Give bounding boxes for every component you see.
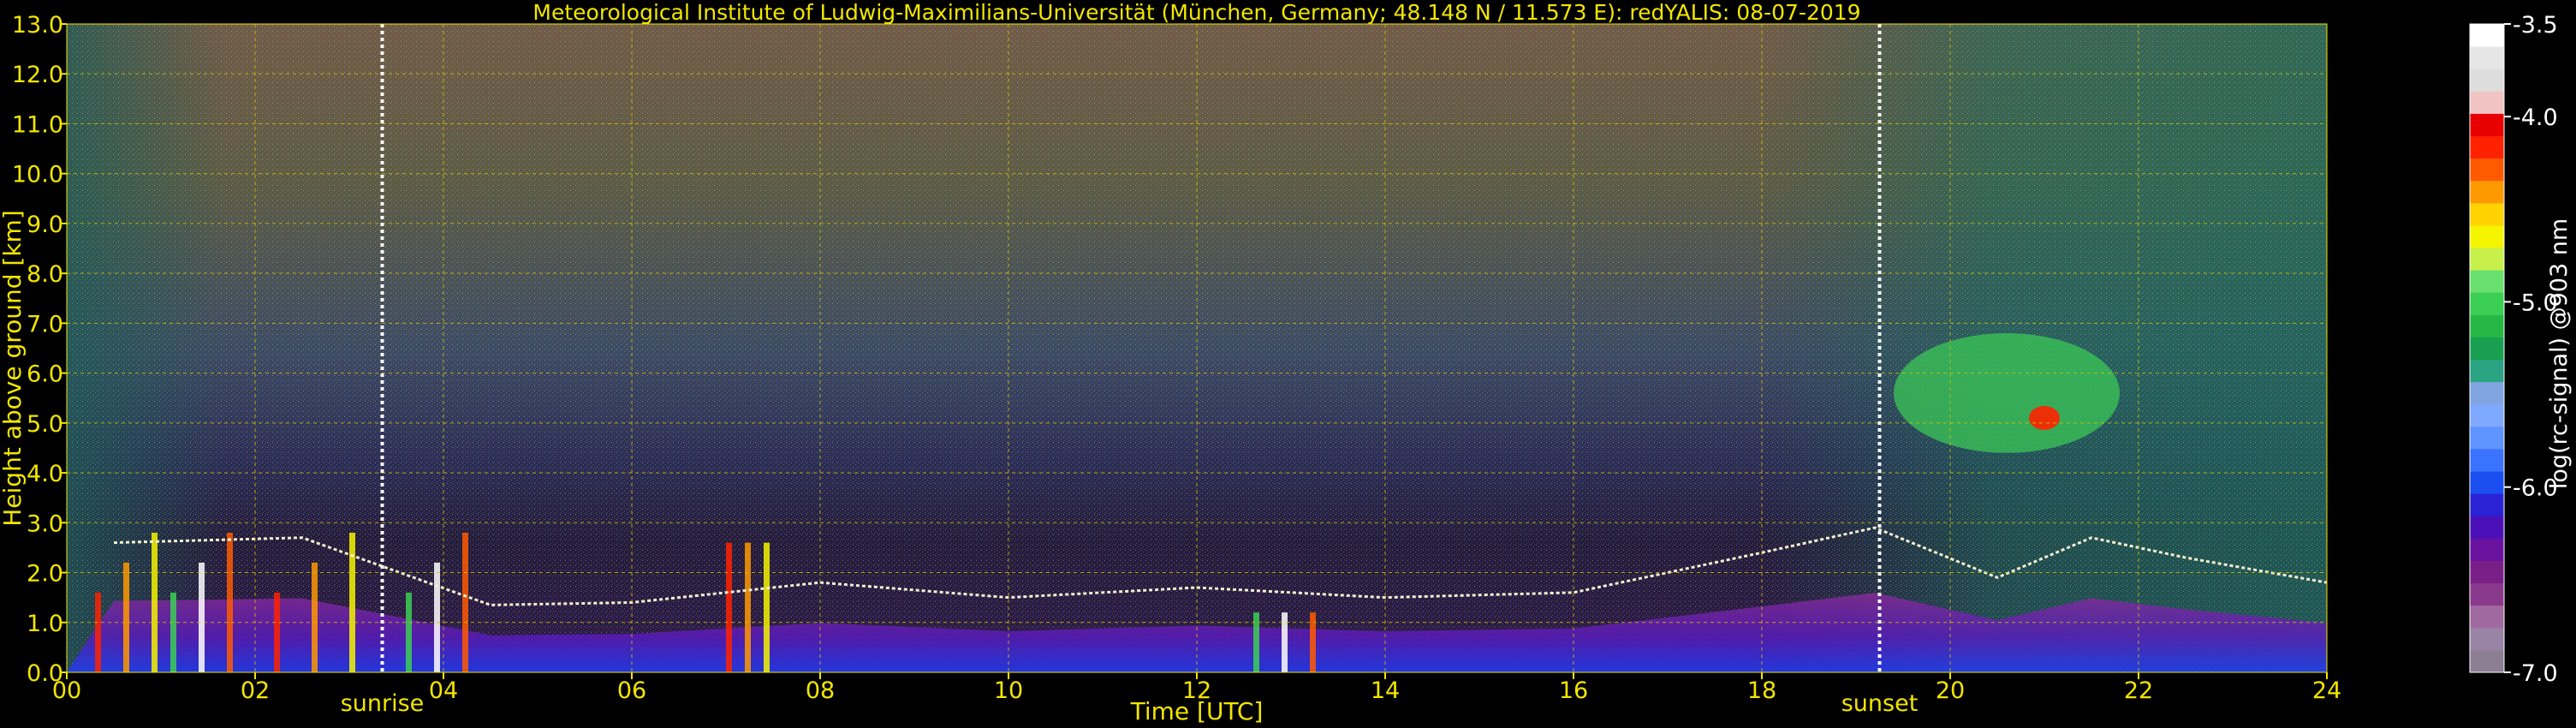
- x-tick-label: 20: [1936, 677, 1965, 704]
- colorbar-segment: [2470, 337, 2504, 361]
- x-tick-label: 04: [429, 677, 458, 704]
- cloud-streak: [726, 542, 732, 672]
- x-tick-label: 08: [806, 677, 835, 704]
- colorbar-segment: [2470, 314, 2504, 337]
- cloud-streak: [274, 592, 280, 672]
- x-axis-label: Time [UTC]: [1130, 697, 1264, 725]
- colorbar-tick-label: -3.5: [2513, 12, 2558, 39]
- colorbar-segment: [2470, 359, 2504, 383]
- colorbar-segment: [2470, 381, 2504, 405]
- colorbar-segment: [2470, 113, 2504, 137]
- elevated-cloud-layer: [1894, 333, 2120, 453]
- colorbar-segment: [2470, 448, 2504, 472]
- y-tick-label: 3.0: [27, 510, 63, 537]
- colorbar-segment: [2470, 292, 2504, 315]
- cloud-core: [2029, 406, 2060, 431]
- colorbar-segment: [2470, 248, 2504, 271]
- cloud-streak: [170, 592, 176, 672]
- cloud-patch: [1894, 333, 2120, 453]
- colorbar-segment: [2470, 24, 2504, 47]
- cloud-streak: [349, 532, 355, 672]
- plot-area: sunrise sunset: [66, 23, 2328, 717]
- sun-marker-label: sunrise: [341, 690, 425, 717]
- y-tick-label: 6.0: [27, 361, 63, 388]
- x-tick-label: 16: [1559, 677, 1588, 704]
- colorbar-segment: [2470, 471, 2504, 494]
- y-tick-label: 2.0: [27, 561, 63, 588]
- y-tick-label: 5.0: [27, 411, 63, 438]
- y-tick-label: 4.0: [27, 461, 63, 487]
- colorbar-segment: [2470, 516, 2504, 539]
- y-tick-label: 0.0: [27, 660, 63, 687]
- colorbar-tick-label: -4.0: [2513, 104, 2558, 131]
- colorbar-segment: [2470, 69, 2504, 92]
- y-tick-label: 8.0: [27, 261, 63, 288]
- x-tick-label: 14: [1371, 677, 1400, 704]
- y-tick-label: 1.0: [27, 611, 63, 637]
- colorbar-tick-label: -7.0: [2513, 660, 2558, 687]
- colorbar-segment: [2470, 46, 2504, 69]
- y-tick-label: 11.0: [12, 111, 63, 138]
- y-tick-label: 7.0: [27, 311, 63, 337]
- colorbar-segment: [2470, 202, 2504, 226]
- colorbar-segment: [2470, 224, 2504, 248]
- colorbar-segment: [2470, 605, 2504, 629]
- colorbar-segment: [2470, 403, 2504, 427]
- x-tick-label: 02: [241, 677, 270, 704]
- cloud-streak: [764, 542, 770, 672]
- cloud-streak: [199, 562, 205, 672]
- lidar-chart: sunrise sunset 00 02 04 06 08 10 12 14 16 18 20 22 24…: [0, 0, 2573, 725]
- x-tick-label: 06: [617, 677, 646, 704]
- cloud-streak: [1282, 612, 1288, 672]
- x-tick-label: 10: [994, 677, 1023, 704]
- cloud-streak: [227, 532, 233, 672]
- chart-title: Meteorological Institute of Ludwig-Maxim…: [532, 0, 1860, 25]
- colorbar-segment: [2470, 493, 2504, 516]
- colorbar-segment: [2470, 582, 2504, 606]
- sun-marker-label: sunset: [1841, 690, 1919, 717]
- colorbar-segment: [2470, 91, 2504, 114]
- colorbar-segment: [2470, 649, 2504, 673]
- cloud-streak: [1253, 612, 1259, 672]
- y-tick-label: 12.0: [12, 62, 63, 88]
- cloud-streak: [1310, 612, 1316, 672]
- colorbar-segment: [2470, 180, 2504, 204]
- colorbar-segment: [2470, 135, 2504, 159]
- cloud-streak: [745, 542, 751, 672]
- colorbar-segment: [2470, 270, 2504, 293]
- cloud-streak: [312, 562, 318, 672]
- cloud-streak: [152, 532, 158, 672]
- cloud-streak: [434, 562, 440, 672]
- colorbar-segment: [2470, 560, 2504, 584]
- cloud-streak: [123, 562, 129, 672]
- y-tick-label: 10.0: [12, 162, 63, 188]
- cloud-streak: [95, 592, 101, 672]
- colorbar-segment: [2470, 538, 2504, 561]
- y-tick-label: 13.0: [12, 12, 63, 39]
- colorbar-segment: [2470, 627, 2504, 651]
- cloud-streak: [462, 532, 468, 672]
- colorbar-segment: [2470, 426, 2504, 450]
- cloud-streak: [406, 592, 412, 672]
- y-tick-label: 9.0: [27, 212, 63, 238]
- x-tick-label: 18: [1747, 677, 1776, 704]
- colorbar-label: log(rc-signal) @903 nm: [2546, 218, 2573, 489]
- colorbar-segment: [2470, 158, 2504, 182]
- x-tick-label: 24: [2312, 677, 2341, 704]
- colorbar: -3.5-4.0-5.0-6.0-7.0: [2469, 12, 2558, 687]
- x-tick-label: 22: [2124, 677, 2153, 704]
- y-axis-label: Height above ground [km]: [0, 210, 27, 527]
